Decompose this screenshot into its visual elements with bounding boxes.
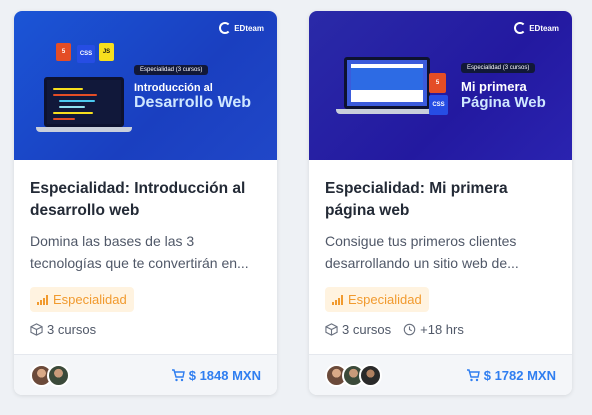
course-title[interactable]: Especialidad: Mi primera página web [325,178,556,222]
course-meta: 3 cursos [30,322,261,337]
course-title[interactable]: Especialidad: Introducción al desarrollo… [30,178,261,222]
specialty-tag: Especialidad [325,287,429,312]
instructor-avatars [30,363,70,387]
price-button[interactable]: $ 1782 MXN [466,368,556,383]
laptop-illustration [336,57,438,114]
html5-icon: 5 [429,73,446,93]
cart-icon [466,368,480,381]
course-description: Consigue tus primeros clientes desarroll… [325,233,519,271]
price: $ 1848 MXN [188,367,261,383]
course-hours: +18 hrs [420,322,464,337]
card-footer: $ 1782 MXN [309,354,572,395]
banner-headline-emphasis: Página Web [461,94,546,111]
css3-icon: CSS [429,95,448,115]
banner-pill: Especialidad (3 cursos) [461,63,536,73]
banner-headline-emphasis: Desarrollo Web [134,94,252,111]
box-icon [30,323,43,336]
level-bars-icon [332,294,343,305]
price-button[interactable]: $ 1848 MXN [171,368,261,383]
banner-headline: Mi primera [461,79,527,94]
html5-icon: 5 [56,43,71,61]
level-bars-icon [37,294,48,305]
course-count: 3 cursos [47,322,97,337]
price: $ 1782 MXN [483,367,556,383]
course-banner-image[interactable]: EDteam 5 CSS JS Especialidad (3 cursos) … [14,11,277,160]
css3-icon: CSS [77,45,95,63]
instructor-avatars [325,363,382,387]
course-count: 3 cursos [342,322,392,337]
course-card-intro-web[interactable]: EDteam 5 CSS JS Especialidad (3 cursos) … [14,11,277,395]
card-footer: $ 1848 MXN [14,354,277,395]
avatar [47,363,70,387]
laptop-illustration [36,77,132,132]
specialty-tag: Especialidad [30,287,134,312]
banner-pill: Especialidad (3 cursos) [134,65,209,75]
banner-headline: Introducción al [134,82,213,94]
cart-icon [171,368,185,381]
box-icon [325,323,338,336]
edteam-logo: EDteam [219,22,264,34]
avatar [359,363,382,387]
js-icon: JS [99,43,114,61]
course-card-first-web-page[interactable]: EDteam 5 CSS Especialidad (3 cursos) Mi … [309,11,572,395]
course-description: Domina las bases de las 3 tecnologías qu… [30,233,249,271]
clock-icon [403,323,416,336]
course-banner-image[interactable]: EDteam 5 CSS Especialidad (3 cursos) Mi … [309,11,572,160]
edteam-logo: EDteam [514,22,559,34]
course-meta: 3 cursos +18 hrs [325,322,556,337]
